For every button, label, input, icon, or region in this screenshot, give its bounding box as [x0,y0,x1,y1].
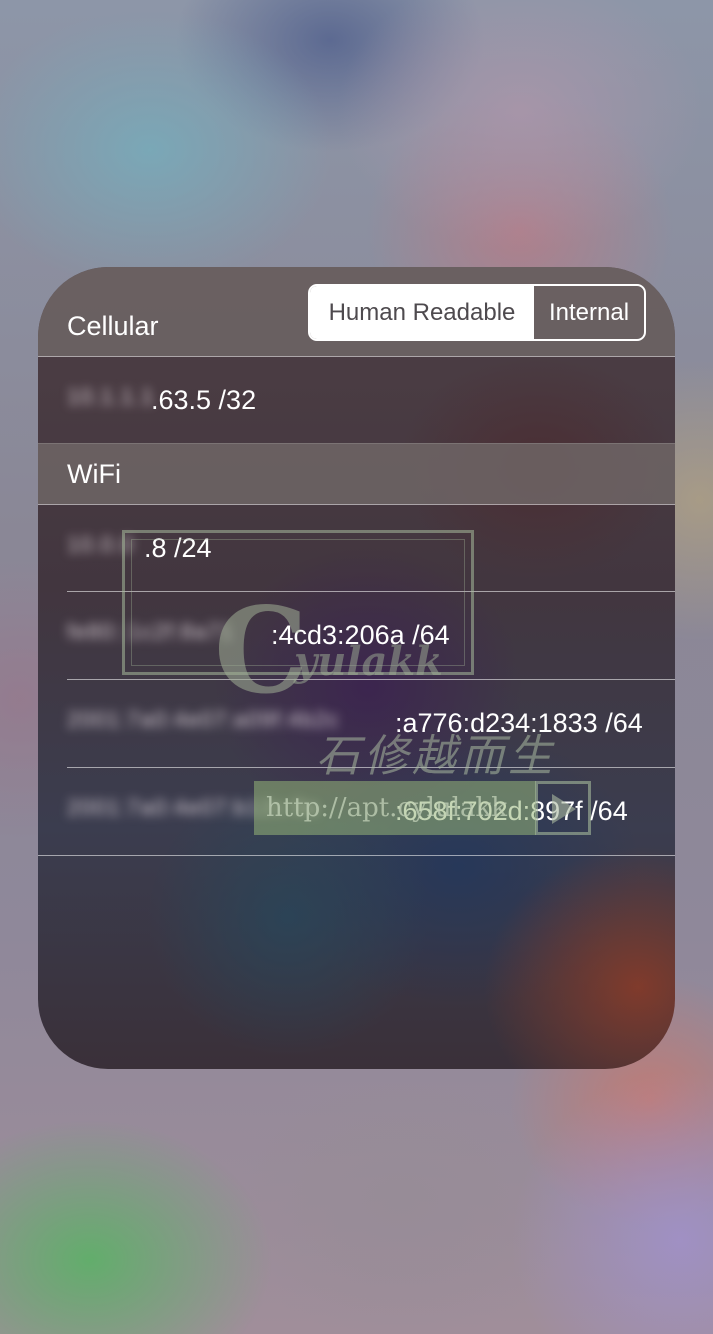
cellular-title: Cellular [67,311,159,341]
segment-internal[interactable]: Internal [534,286,644,339]
watermark-logo-text: yulakk [294,638,443,685]
wifi-section-header: WiFi [38,443,675,504]
cellular-address-row[interactable]: 10.1.1.1 .63.5 /32 [38,356,675,444]
wifi-title: WiFi [67,459,121,489]
watermark-url: http://apt.cylulakk [254,781,536,835]
segment-human-readable[interactable]: Human Readable [310,286,534,339]
watermark-calligraphy: 石修越而生 [316,731,556,782]
watermark-play-icon [535,781,591,835]
divider [38,855,675,856]
redacted-address-prefix: 10.1.1.1 [67,384,155,409]
cellular-address: .63.5 /32 [151,385,257,415]
cellular-section-header: Cellular Human Readable Internal [38,267,675,356]
display-mode-segmented-control[interactable]: Human Readable Internal [308,284,646,341]
